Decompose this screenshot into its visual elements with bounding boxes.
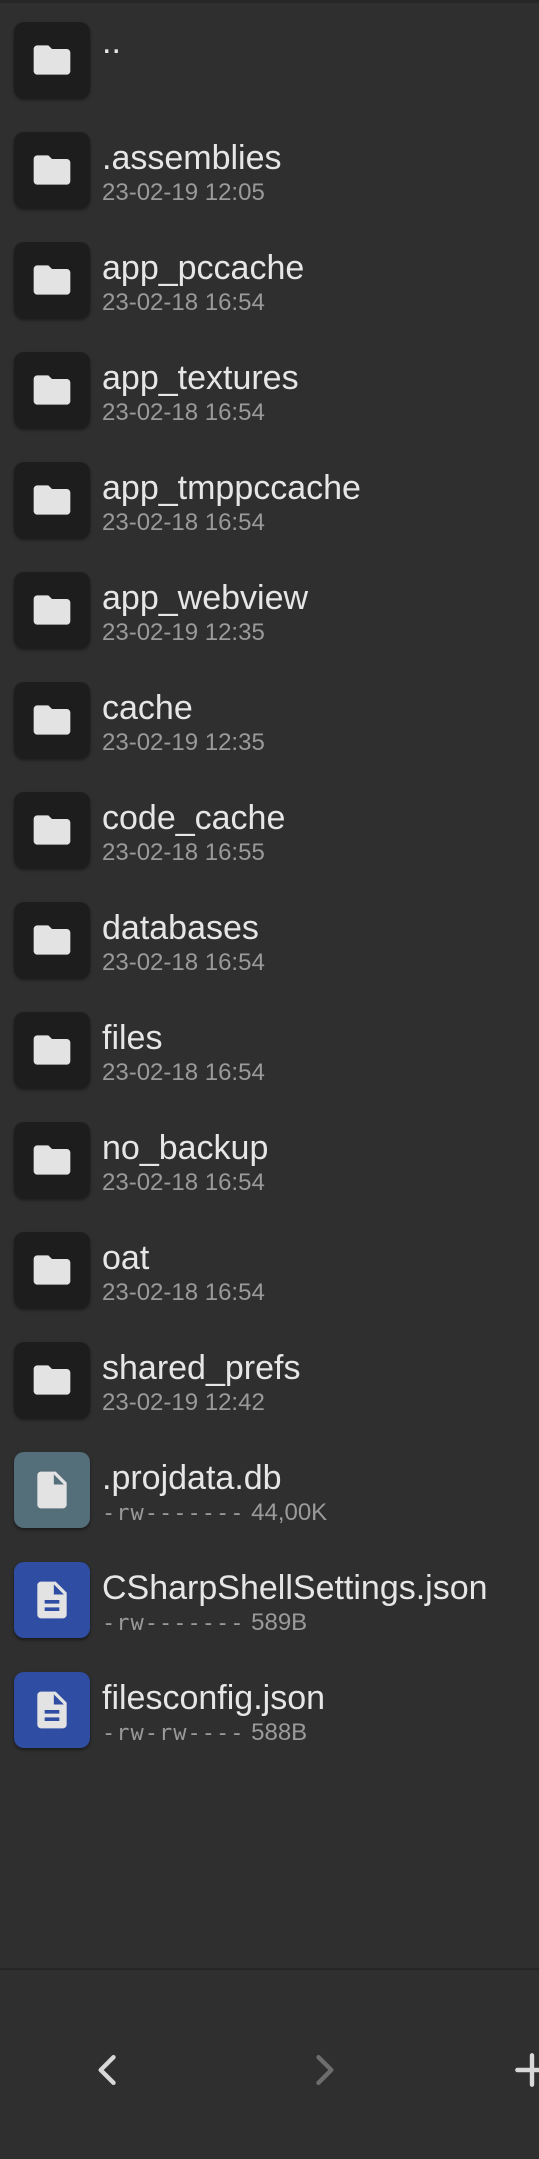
- folder-icon: [14, 352, 90, 428]
- folder-icon: [14, 1012, 90, 1088]
- entry-permissions: -rw-------: [102, 1501, 245, 1526]
- forward-button[interactable]: [294, 2040, 354, 2100]
- entry-name: oat: [102, 1239, 150, 1277]
- list-item-folder[interactable]: app_pccache 23-02-18 16:54: [0, 220, 539, 330]
- folder-icon: [14, 1342, 90, 1418]
- list-item-folder[interactable]: code_cache 23-02-18 16:55: [0, 770, 539, 880]
- folder-icon: [14, 132, 90, 208]
- entry-details: -rw------- 589B: [102, 1608, 307, 1639]
- list-item-folder[interactable]: no_backup 23-02-18 16:54: [0, 1100, 539, 1210]
- entry-modified-date: 23-02-18 16:55: [102, 839, 265, 866]
- entry-name: files: [102, 1019, 163, 1057]
- entry-name: .projdata.db: [102, 1459, 282, 1497]
- entry-modified-date: 23-02-19 12:05: [102, 179, 265, 206]
- folder-icon: [14, 792, 90, 868]
- entry-modified-date: 23-02-19 12:35: [102, 619, 265, 646]
- entry-name: app_webview: [102, 579, 309, 617]
- entry-name: ..: [102, 23, 121, 61]
- text-file-icon: [14, 1562, 90, 1638]
- folder-icon: [14, 1122, 90, 1198]
- folder-icon: [14, 682, 90, 758]
- entry-permissions: -rw-------: [102, 1611, 245, 1636]
- list-item-folder[interactable]: .assemblies 23-02-19 12:05: [0, 110, 539, 220]
- folder-icon: [14, 1232, 90, 1308]
- list-item-file[interactable]: CSharpShellSettings.json -rw------- 589B: [0, 1540, 539, 1650]
- entry-modified-date: 23-02-18 16:54: [102, 1169, 265, 1196]
- list-item-parent-directory[interactable]: ..: [0, 0, 539, 110]
- chevron-left-icon: [98, 2054, 116, 2086]
- chevron-right-icon: [316, 2054, 334, 2086]
- list-item-folder[interactable]: app_tmppccache 23-02-18 16:54: [0, 440, 539, 550]
- list-item-folder[interactable]: app_textures 23-02-18 16:54: [0, 330, 539, 440]
- list-item-folder[interactable]: cache 23-02-19 12:35: [0, 660, 539, 770]
- entry-modified-date: 23-02-18 16:54: [102, 949, 265, 976]
- entry-name: shared_prefs: [102, 1349, 301, 1387]
- entry-name: no_backup: [102, 1129, 269, 1167]
- entry-modified-date: 23-02-18 16:54: [102, 1059, 265, 1086]
- entry-size: 588B: [251, 1719, 308, 1746]
- entry-name: code_cache: [102, 799, 286, 837]
- folder-icon: [14, 22, 90, 98]
- entry-modified-date: 23-02-19 12:42: [102, 1389, 265, 1416]
- folder-icon: [14, 242, 90, 318]
- entry-name: CSharpShellSettings.json: [102, 1569, 488, 1607]
- list-item-folder[interactable]: app_webview 23-02-19 12:35: [0, 550, 539, 660]
- entry-name: .assemblies: [102, 139, 282, 177]
- text-file-icon: [14, 1672, 90, 1748]
- folder-icon: [14, 572, 90, 648]
- entry-permissions: -rw-rw----: [102, 1721, 245, 1746]
- entry-name: app_textures: [102, 359, 299, 397]
- entry-name: app_tmppccache: [102, 469, 361, 507]
- back-button[interactable]: [78, 2040, 138, 2100]
- list-item-folder[interactable]: files 23-02-18 16:54: [0, 990, 539, 1100]
- list-item-folder[interactable]: oat 23-02-18 16:54: [0, 1210, 539, 1320]
- file-icon: [14, 1452, 90, 1528]
- entry-modified-date: 23-02-18 16:54: [102, 1279, 265, 1306]
- entry-name: app_pccache: [102, 249, 305, 287]
- folder-icon: [14, 902, 90, 978]
- entry-modified-date: 23-02-18 16:54: [102, 289, 265, 316]
- entry-modified-date: 23-02-19 12:35: [102, 729, 265, 756]
- entry-modified-date: 23-02-18 16:54: [102, 399, 265, 426]
- entry-modified-date: 23-02-18 16:54: [102, 509, 265, 536]
- entry-name: filesconfig.json: [102, 1679, 326, 1717]
- entry-size: 589B: [251, 1609, 308, 1636]
- list-item-file[interactable]: .projdata.db -rw------- 44,00K: [0, 1430, 539, 1540]
- entry-details: -rw------- 44,00K: [102, 1498, 327, 1529]
- list-item-file[interactable]: filesconfig.json -rw-rw---- 588B: [0, 1650, 539, 1760]
- entry-details: -rw-rw---- 588B: [102, 1718, 307, 1749]
- plus-icon: [515, 2053, 539, 2087]
- list-item-folder[interactable]: shared_prefs 23-02-19 12:42: [0, 1320, 539, 1430]
- entry-name: cache: [102, 689, 193, 727]
- entry-size: 44,00K: [251, 1499, 328, 1526]
- folder-icon: [14, 462, 90, 538]
- bottom-navigation-bar: [0, 1968, 539, 2159]
- list-item-folder[interactable]: databases 23-02-18 16:54: [0, 880, 539, 990]
- add-button[interactable]: [510, 2040, 539, 2100]
- entry-name: databases: [102, 909, 259, 947]
